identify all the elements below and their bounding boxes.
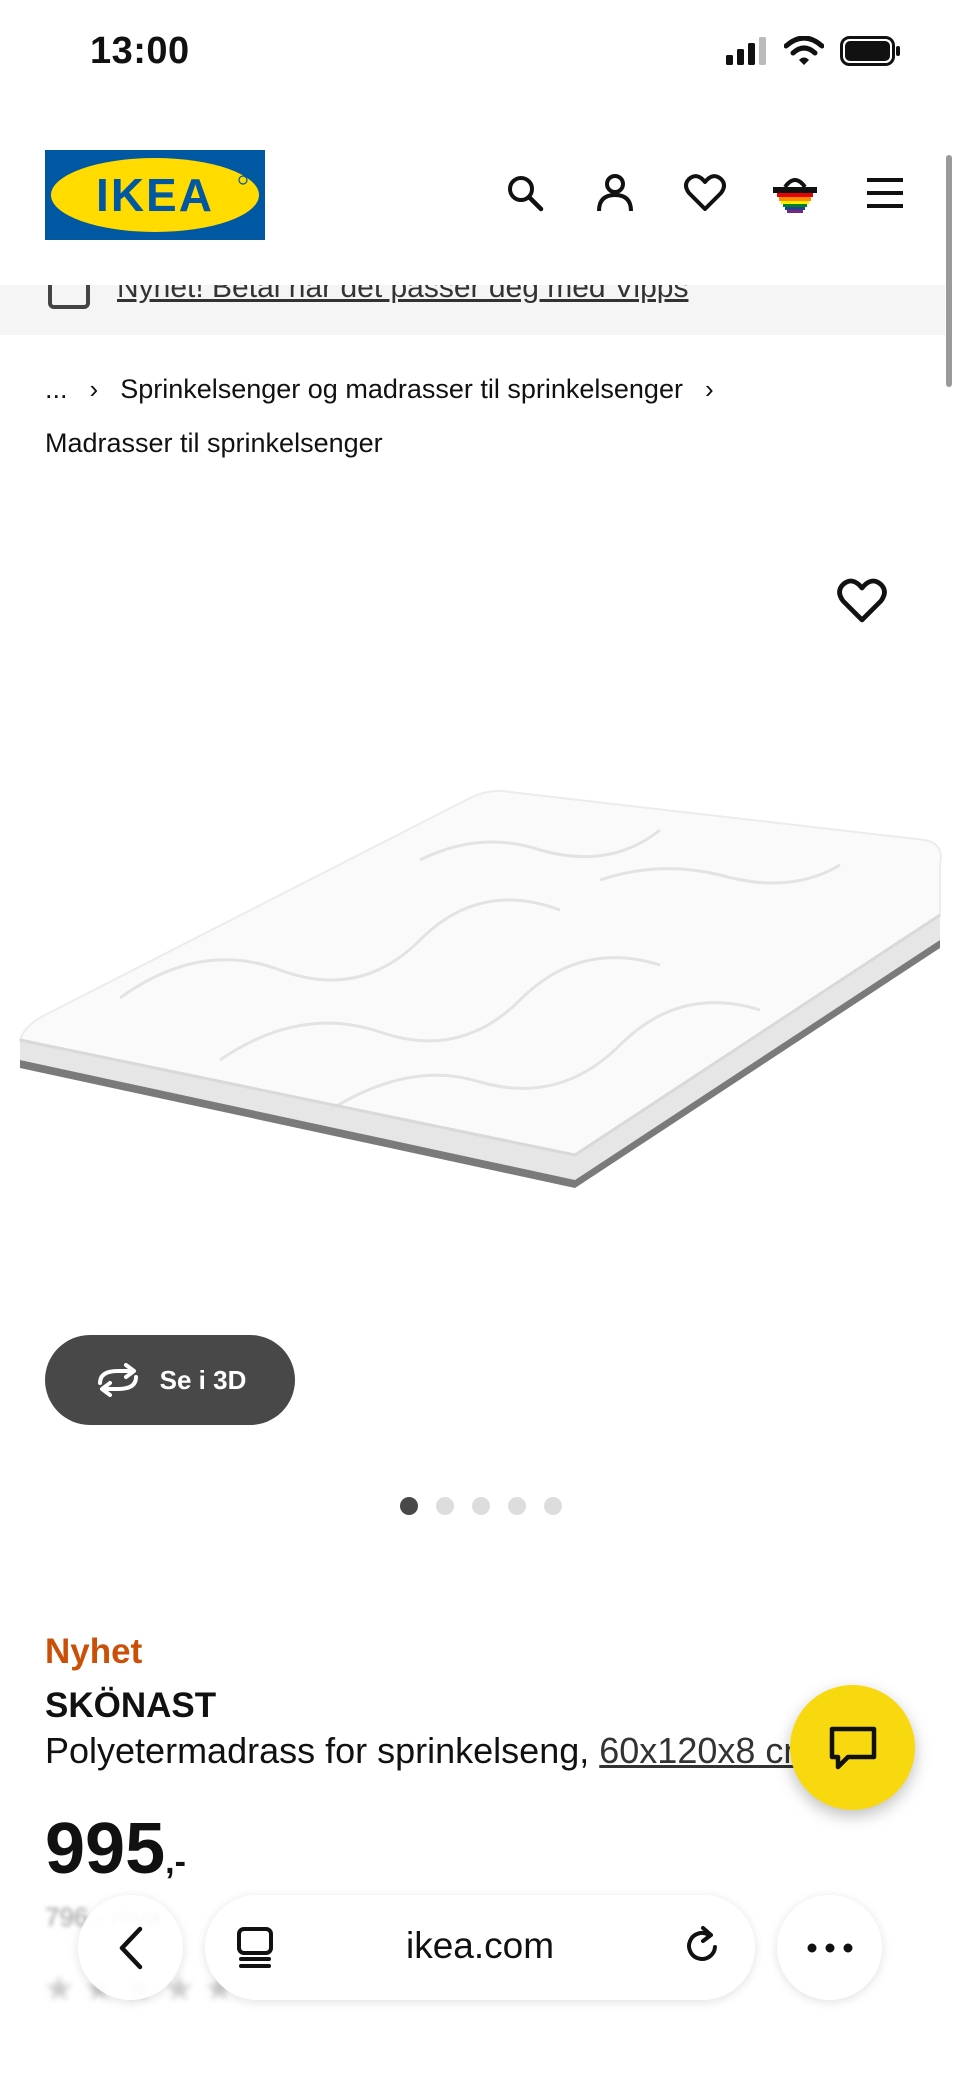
url-text: ikea.com [405, 1925, 555, 1966]
product-description: Polyetermadrass for sprinkelseng, 60x120… [45, 1730, 813, 1772]
wifi-icon [784, 36, 824, 65]
svg-text:IKEA: IKEA [96, 169, 214, 221]
rotate-3d-icon [97, 1363, 138, 1397]
search-icon[interactable] [500, 168, 550, 218]
product-image [18, 789, 942, 1188]
site-header: IKEA [0, 110, 960, 285]
carousel-dot[interactable] [472, 1497, 490, 1515]
status-time: 13:00 [90, 30, 190, 72]
product-image-gallery[interactable] [0, 470, 960, 1330]
carousel-dot[interactable] [436, 1497, 454, 1515]
promo-link[interactable]: Nyhet! Betal når det passer deg med Vipp… [117, 285, 688, 305]
breadcrumb-link-crib-mattresses[interactable]: Madrasser til sprinkelsenger [45, 416, 383, 470]
signal-icon [726, 37, 766, 65]
menu-icon[interactable] [860, 168, 910, 218]
basket-icon[interactable] [770, 168, 820, 218]
account-icon[interactable] [590, 168, 640, 218]
status-bar: 13:00 [0, 0, 960, 110]
product-name: SKÖNAST [45, 1686, 217, 1725]
product-size-link[interactable]: 60x120x8 cm [599, 1730, 813, 1771]
promo-icon [48, 285, 90, 309]
chat-icon [829, 1726, 876, 1769]
chevron-right-icon: › [704, 374, 714, 404]
breadcrumb-link-cribs[interactable]: Sprinkelsenger og madrasser til sprinkel… [120, 362, 683, 416]
carousel-dots [400, 1497, 562, 1515]
save-favorite-icon[interactable] [836, 575, 888, 627]
scrollbar[interactable] [946, 155, 952, 387]
carousel-dot[interactable] [544, 1497, 562, 1515]
more-options-button[interactable] [777, 1895, 882, 2000]
header-icons [500, 168, 910, 218]
status-icons [726, 36, 902, 66]
chat-button[interactable] [790, 1685, 915, 1810]
promo-banner[interactable]: Nyhet! Betal når det passer deg med Vipp… [0, 285, 945, 335]
price-suffix: ,- [165, 1843, 186, 1881]
address-bar[interactable]: ikea.com [205, 1895, 755, 2000]
carousel-dot[interactable] [508, 1497, 526, 1515]
carousel-dot[interactable] [400, 1497, 418, 1515]
more-icon [807, 1943, 852, 1952]
product-price: 995,- [45, 1808, 186, 1890]
view-3d-label: Se i 3D [159, 1364, 247, 1395]
chevron-right-icon: › [89, 374, 99, 404]
view-3d-button[interactable]: Se i 3D [45, 1335, 295, 1425]
breadcrumb-ellipsis[interactable]: ... [45, 362, 68, 416]
new-badge: Nyhet [45, 1632, 143, 1671]
battery-icon [840, 36, 900, 66]
back-button[interactable] [78, 1895, 183, 2000]
chevron-left-icon [119, 1926, 142, 1969]
product-type: Polyetermadrass for sprinkelseng, [45, 1730, 600, 1771]
breadcrumb: ... › Sprinkelsenger og madrasser til sp… [45, 362, 915, 470]
browser-toolbar: ikea.com [0, 1880, 960, 2020]
reload-icon[interactable] [683, 1925, 723, 1969]
ikea-logo[interactable]: IKEA [45, 150, 265, 240]
price-value: 995 [45, 1809, 166, 1889]
heart-icon[interactable] [680, 168, 730, 218]
